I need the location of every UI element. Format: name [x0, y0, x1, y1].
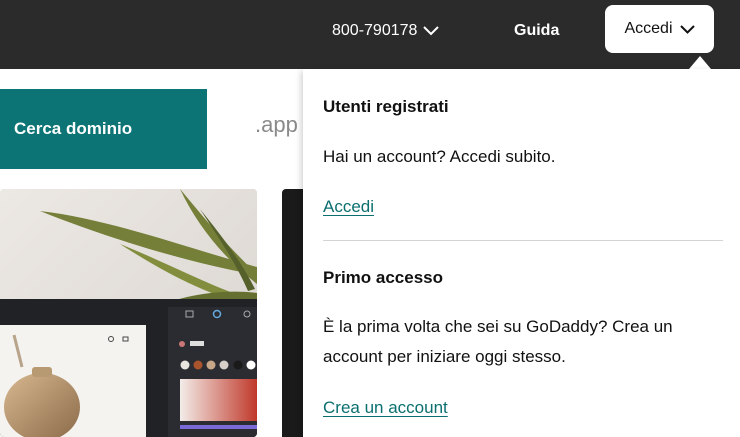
section-divider — [323, 240, 723, 241]
signin-dropdown: Utenti registrati Hai un account? Accedi… — [303, 69, 740, 437]
top-header: 800-790178 Guida Accedi — [0, 0, 740, 69]
registered-users-text: Hai un account? Accedi subito. — [323, 147, 556, 166]
domain-extension-hint: .app — [255, 112, 298, 137]
search-domain-button[interactable]: Cerca dominio — [0, 89, 207, 169]
signin-button[interactable]: Accedi — [605, 5, 714, 53]
dropdown-caret — [689, 56, 711, 69]
search-domain-label: Cerca dominio — [14, 119, 133, 138]
signin-link[interactable]: Accedi — [323, 197, 374, 217]
first-access-title: Primo accesso — [323, 268, 444, 287]
website-builder-illustration — [0, 189, 257, 437]
phone-menu[interactable]: 800-790178 — [332, 20, 440, 42]
signin-label: Accedi — [624, 20, 673, 37]
registered-users-title: Utenti registrati — [323, 97, 449, 116]
phone-number: 800-790178 — [332, 22, 418, 39]
create-account-link[interactable]: Crea un account — [323, 398, 448, 418]
help-link[interactable]: Guida — [514, 20, 559, 42]
product-card-image — [0, 189, 257, 437]
chevron-down-icon — [679, 24, 695, 34]
first-access-text: È la prima volta che sei su GoDaddy? Cre… — [323, 317, 673, 366]
chevron-down-icon — [423, 26, 440, 36]
